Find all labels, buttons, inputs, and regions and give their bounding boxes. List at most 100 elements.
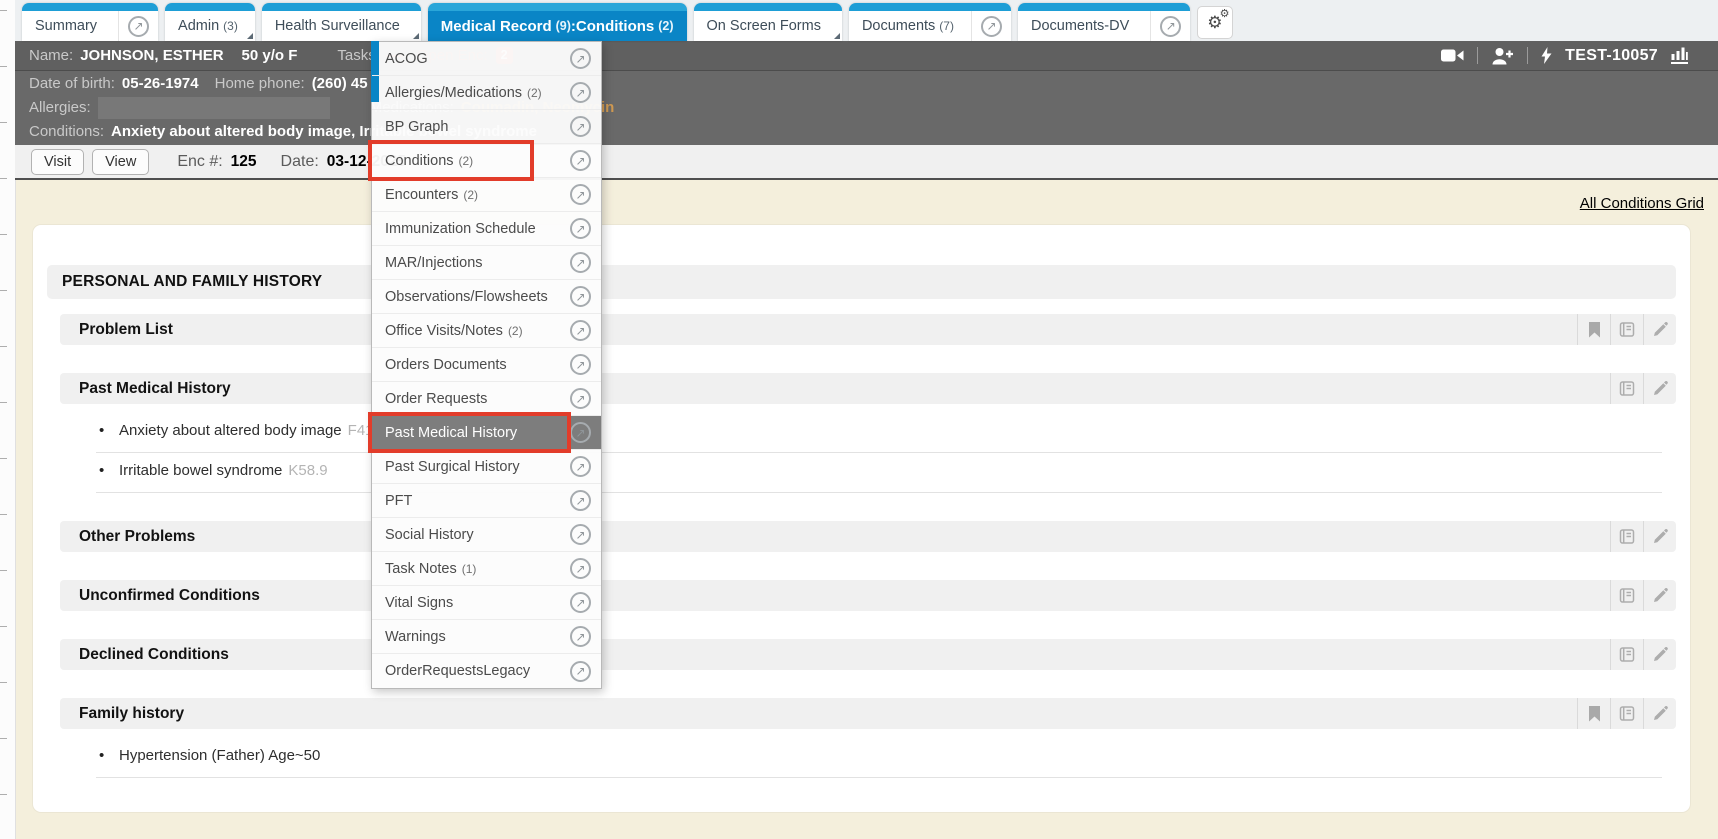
external-link-button[interactable] [118, 11, 158, 41]
menu-item-acog[interactable]: ACOG [372, 42, 601, 76]
menu-item-label: Encounters [385, 187, 458, 203]
menu-item-order-requests[interactable]: Order Requests [372, 382, 601, 416]
add-person-icon[interactable] [1491, 47, 1514, 65]
video-camera-icon[interactable] [1441, 48, 1464, 63]
menu-item-conditions[interactable]: Conditions (2) [372, 144, 601, 178]
pencil-icon[interactable] [1643, 698, 1676, 729]
section-bar[interactable]: Family history [60, 698, 1676, 729]
section-action-icons [1577, 314, 1676, 345]
tab-health-surveillance[interactable]: Health Surveillance [262, 3, 421, 41]
menu-item-count: (2) [463, 188, 478, 202]
tasks-label[interactable]: Tasks [337, 47, 375, 64]
section-bar[interactable]: Problem List [60, 314, 1676, 345]
menu-item-label: ACOG [385, 51, 428, 67]
external-link-icon[interactable] [570, 524, 591, 545]
external-link-button[interactable] [971, 11, 1011, 41]
section-bar[interactable]: Unconfirmed Conditions [60, 580, 1676, 611]
external-link-icon[interactable] [570, 354, 591, 375]
name-label: Name: [29, 47, 73, 64]
external-link-icon[interactable] [570, 116, 591, 137]
section-bar[interactable]: Past Medical History [60, 373, 1676, 404]
menu-item-orderrequestslegacy[interactable]: OrderRequestsLegacy [372, 654, 601, 688]
external-link-icon[interactable] [570, 490, 591, 511]
book-icon[interactable] [1610, 314, 1643, 345]
external-link-icon[interactable] [570, 558, 591, 579]
visit-button[interactable]: Visit [31, 149, 84, 175]
external-link-button[interactable] [1150, 11, 1190, 41]
external-link-icon[interactable] [570, 150, 591, 171]
section-past-medical-history: Past Medical History Anxiety about alter… [60, 373, 1676, 493]
menu-item-label: Social History [385, 527, 474, 543]
pencil-icon[interactable] [1643, 521, 1676, 552]
menu-item-warnings[interactable]: Warnings [372, 620, 601, 654]
external-link-icon[interactable] [570, 48, 591, 69]
external-link-icon[interactable] [570, 286, 591, 307]
book-icon[interactable] [1610, 580, 1643, 611]
bookmark-icon[interactable] [1577, 698, 1610, 729]
book-icon[interactable] [1610, 639, 1643, 670]
book-icon[interactable] [1610, 373, 1643, 404]
section-title: Family history [79, 705, 184, 723]
external-link-icon[interactable] [570, 456, 591, 477]
menu-item-bp-graph[interactable]: BP Graph [372, 110, 601, 144]
section-bar[interactable]: Declined Conditions [60, 639, 1676, 670]
external-link-icon[interactable] [570, 592, 591, 613]
tab-admin[interactable]: Admin(3) [165, 3, 255, 41]
patient-header-row1: Name: JOHNSON, ESTHER 50 y/o F Tasks Ope… [15, 41, 1718, 71]
external-link-icon[interactable] [570, 661, 591, 682]
menu-item-observations-flowsheets[interactable]: Observations/Flowsheets [372, 280, 601, 314]
external-link-icon[interactable] [570, 252, 591, 273]
external-link-icon[interactable] [570, 184, 591, 205]
menu-item-label: Warnings [385, 629, 446, 645]
menu-item-past-surgical-history[interactable]: Past Surgical History [372, 450, 601, 484]
external-link-icon[interactable] [570, 388, 591, 409]
condition-list-item: Anxiety about altered body imageF41.8 [96, 413, 1662, 453]
conditions-label: Conditions: [29, 120, 104, 143]
external-link-icon[interactable] [570, 626, 591, 647]
menu-item-orders-documents[interactable]: Orders Documents [372, 348, 601, 382]
menu-item-label: OrderRequestsLegacy [385, 663, 530, 679]
section-bar[interactable]: Other Problems [60, 521, 1676, 552]
menu-item-vital-signs[interactable]: Vital Signs [372, 586, 601, 620]
book-icon[interactable] [1610, 521, 1643, 552]
left-ruler-strip[interactable] [0, 0, 16, 839]
menu-item-office-visits-notes[interactable]: Office Visits/Notes (2) [372, 314, 601, 348]
external-link-icon[interactable] [570, 82, 591, 103]
enc-number-label: Enc #: [177, 153, 222, 171]
lightning-icon[interactable] [1541, 47, 1552, 64]
bar-chart-icon[interactable] [1671, 47, 1688, 64]
menu-item-encounters[interactable]: Encounters (2) [372, 178, 601, 212]
allergies-label: Allergies: [29, 96, 91, 119]
view-button[interactable]: View [92, 149, 149, 175]
pencil-icon[interactable] [1643, 639, 1676, 670]
allergies-redaction-block [98, 97, 330, 119]
pencil-icon[interactable] [1643, 580, 1676, 611]
all-conditions-grid-link[interactable]: All Conditions Grid [1580, 195, 1704, 212]
section-title: Past Medical History [79, 380, 231, 398]
menu-item-task-notes[interactable]: Task Notes (1) [372, 552, 601, 586]
menu-item-mar-injections[interactable]: MAR/Injections [372, 246, 601, 280]
app-window: Summary Admin(3) Health Surveillance Med… [0, 0, 1718, 839]
external-link-icon[interactable] [570, 218, 591, 239]
tab-on-screen-forms[interactable]: On Screen Forms [694, 3, 842, 41]
tab-documents[interactable]: Documents(7) [849, 3, 1011, 41]
patient-header-row3: Allergies: Medications: Coumadin, Neomyc… [15, 95, 1718, 119]
section-group-header: PERSONAL AND FAMILY HISTORY [47, 265, 1676, 299]
bookmark-icon[interactable] [1577, 314, 1610, 345]
external-link-icon[interactable] [570, 320, 591, 341]
menu-item-past-medical-history[interactable]: Past Medical History [372, 416, 601, 450]
menu-item-pft[interactable]: PFT [372, 484, 601, 518]
pencil-icon[interactable] [1643, 314, 1676, 345]
settings-gear-button[interactable] [1197, 6, 1232, 39]
menu-item-social-history[interactable]: Social History [372, 518, 601, 552]
external-link-icon[interactable] [570, 422, 591, 443]
encounter-toolbar: Visit View Enc #: 125 Date: 03-12-2025 [15, 145, 1718, 180]
pencil-icon[interactable] [1643, 373, 1676, 404]
book-icon[interactable] [1610, 698, 1643, 729]
menu-item-immunization-schedule[interactable]: Immunization Schedule [372, 212, 601, 246]
tab-summary[interactable]: Summary [22, 3, 158, 41]
tab-medical-record[interactable]: Medical Record(9):Conditions(2) [428, 3, 687, 41]
tab-documents-dv[interactable]: Documents-DV [1018, 3, 1190, 41]
menu-item-allergies-medications[interactable]: Allergies/Medications (2) [372, 76, 601, 110]
menu-item-label: Immunization Schedule [385, 221, 536, 237]
